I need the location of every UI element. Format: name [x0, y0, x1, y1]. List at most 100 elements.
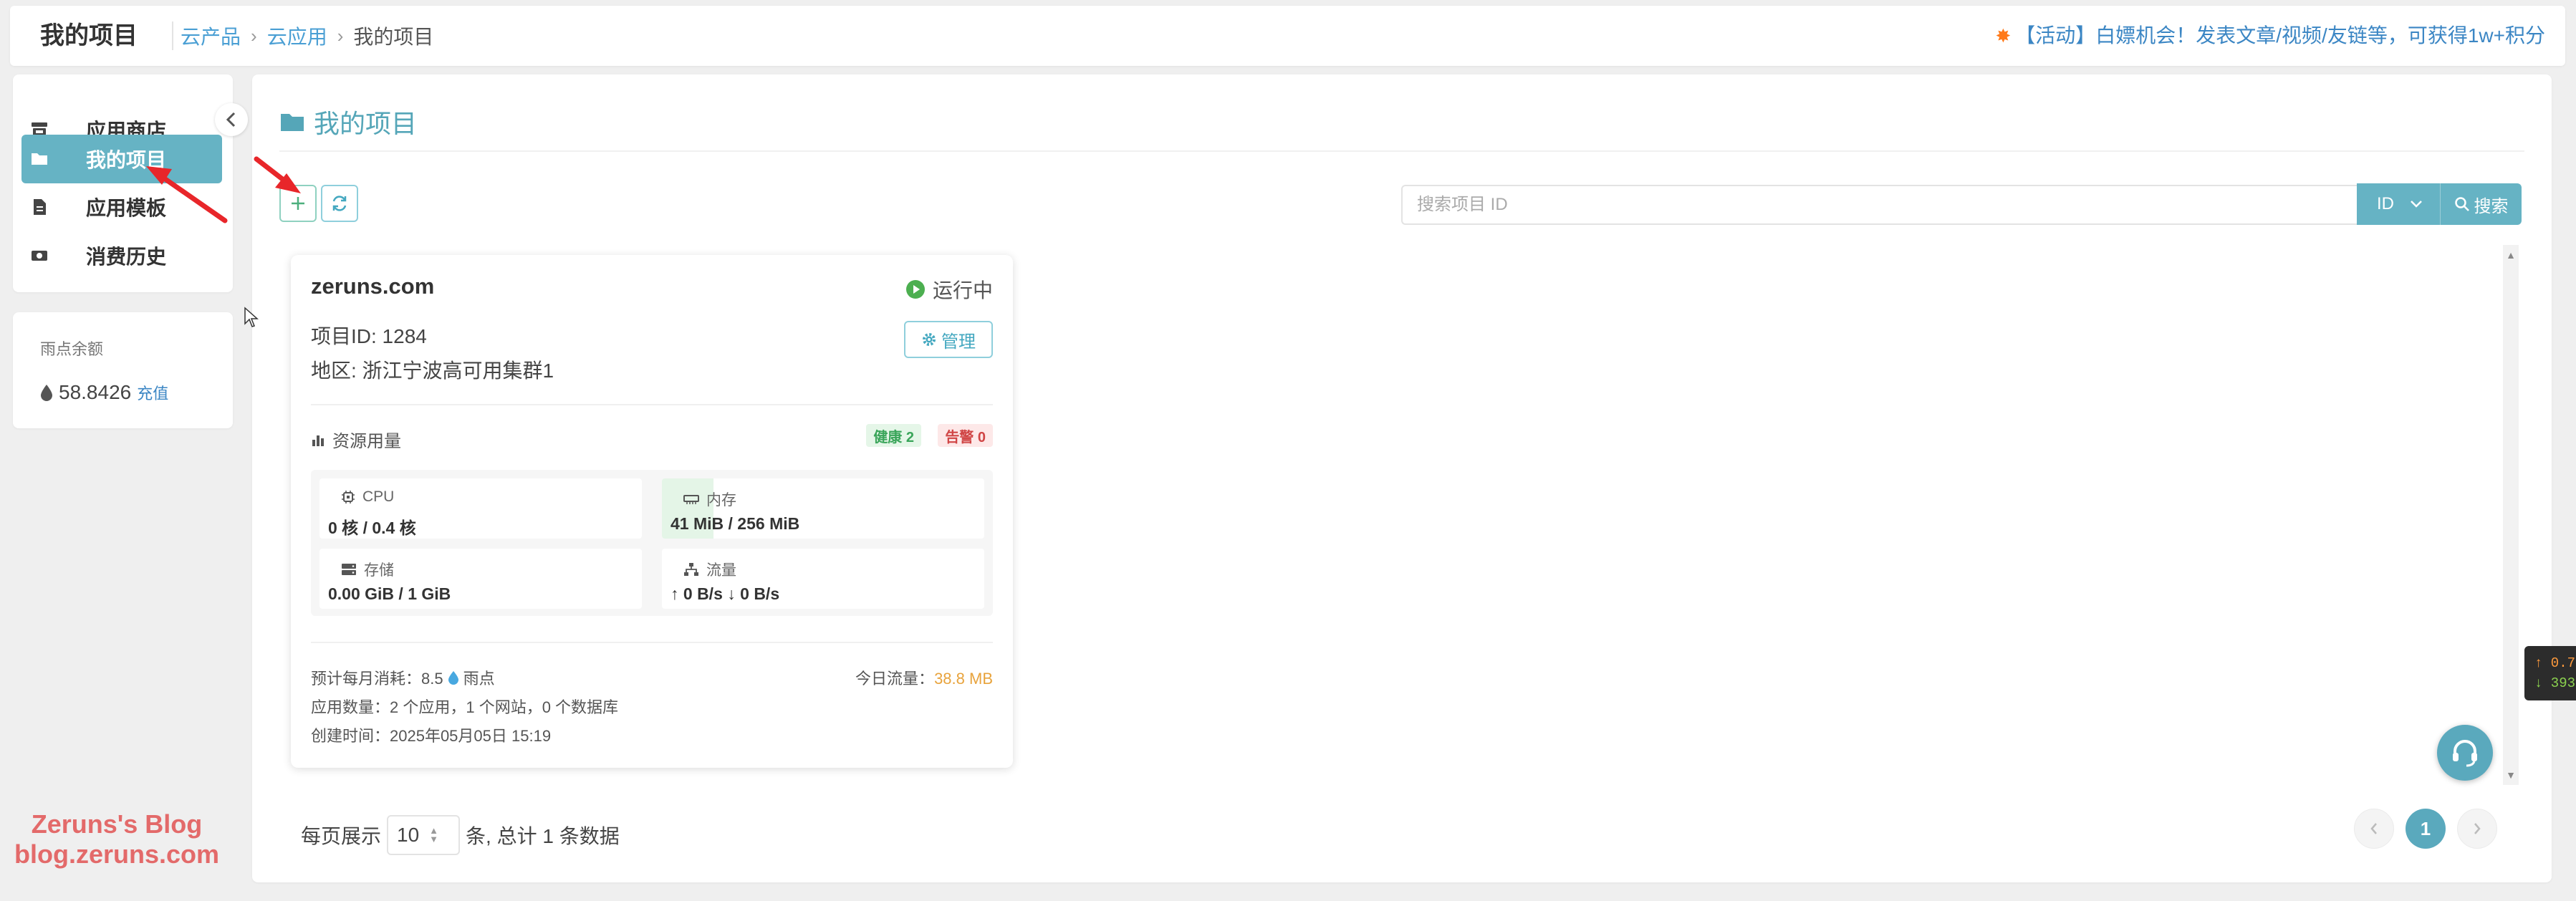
section-title: 我的项目 — [279, 103, 417, 140]
project-card[interactable]: zeruns.com 运行中 项目ID: 1284 地区: 浙江宁波高可用集群1… — [291, 255, 1013, 768]
pagination-size: 每页展示 10 ▲ ▼ 条, 总计 1 条数据 — [301, 815, 620, 855]
network-speed-widget: ↑ 0.7 ↓ 393 — [2524, 646, 2576, 700]
plus-icon — [292, 197, 304, 210]
metric-value: 41 MiB / 256 MiB — [671, 514, 800, 533]
sidebar-item-billing-history[interactable]: 消费历史 — [21, 232, 222, 279]
search-button[interactable]: 搜索 — [2440, 183, 2522, 225]
sidebar-item-app-templates[interactable]: 应用模板 — [21, 183, 222, 231]
sidebar-item-label: 我的项目 — [86, 149, 167, 171]
network-icon — [684, 563, 698, 576]
breadcrumb: 云产品 › 云应用 › 我的项目 — [181, 6, 433, 66]
promo-text[interactable]: 【活动】白嫖机会！发表文章/视频/友链等，可获得1w+积分 — [2015, 6, 2545, 66]
folder-icon — [32, 153, 47, 165]
bar-chart-icon — [312, 435, 324, 446]
sidebar-item-my-projects[interactable]: 我的项目 — [21, 135, 222, 183]
divider — [311, 642, 993, 643]
balance-label: 雨点余额 — [40, 340, 104, 358]
healthy-badge: 健康 2 — [866, 424, 921, 447]
metric-storage: 存储 0.00 GiB / 1 GiB — [319, 549, 642, 609]
ticket-icon — [32, 251, 47, 261]
chevron-down-icon — [2411, 201, 2422, 208]
sidebar-collapse-button[interactable] — [215, 103, 248, 136]
page-size-select[interactable]: 10 ▲ ▼ — [387, 815, 461, 855]
metric-label: 存储 — [341, 559, 394, 580]
per-page-label: 每页展示 — [301, 825, 382, 847]
search-field-select[interactable]: ID — [2357, 183, 2440, 225]
sidebar-item-label: 消费历史 — [86, 246, 167, 268]
project-name: zeruns.com — [311, 274, 435, 299]
breadcrumb-cloud-products[interactable]: 云产品 — [181, 21, 241, 50]
header-divider — [172, 21, 173, 50]
raindrop-icon — [41, 385, 52, 401]
divider — [279, 150, 2524, 152]
headset-icon — [2453, 740, 2477, 767]
manage-button[interactable]: 管理 — [904, 321, 993, 358]
play-circle-icon — [905, 280, 925, 299]
sparkle-icon: ✸ — [1995, 25, 2012, 47]
metric-label-text: 内存 — [706, 492, 736, 509]
alert-badge: 告警 0 — [938, 424, 993, 447]
recharge-link[interactable]: 充值 — [137, 381, 168, 404]
balance-card: 雨点余额 58.8426 充值 — [13, 312, 233, 428]
raindrop-icon — [448, 671, 458, 685]
metric-memory: 内存 41 MiB / 256 MiB — [662, 478, 984, 539]
chevron-left-icon — [2370, 823, 2377, 834]
project-region: 地区: 浙江宁波高可用集群1 — [311, 360, 554, 382]
project-id: 项目ID: 1284 — [311, 325, 427, 347]
created-time: 创建时间：2025年05月05日 15:19 — [311, 727, 552, 745]
page-number-button[interactable]: 1 — [2406, 809, 2446, 849]
search-input[interactable] — [1401, 185, 2358, 225]
search-icon — [2454, 197, 2469, 211]
add-project-button[interactable] — [279, 185, 317, 222]
next-page-button[interactable] — [2457, 809, 2497, 849]
breadcrumb-separator-icon: › — [251, 24, 257, 47]
metric-label-text: 存储 — [364, 562, 394, 579]
metric-cpu: CPU 0 核 / 0.4 核 — [319, 478, 642, 539]
scrollbar[interactable] — [2503, 245, 2519, 785]
metric-value: ↑ 0 B/s ↓ 0 B/s — [671, 584, 780, 603]
metric-network: 流量 ↑ 0 B/s ↓ 0 B/s — [662, 549, 984, 609]
gear-icon — [923, 333, 936, 346]
page-size-value: 10 — [397, 824, 420, 846]
storage-icon — [342, 564, 356, 575]
page-title: 我的项目 — [40, 22, 138, 49]
refresh-icon — [332, 196, 347, 211]
balance-value: 58.8426 充值 — [40, 381, 168, 404]
scroll-down-arrow-icon[interactable]: ▼ — [2503, 765, 2519, 785]
sidebar-item-label: 应用模板 — [86, 197, 167, 219]
metric-label: 内存 — [683, 488, 736, 510]
today-traffic-label: 今日流量： — [855, 670, 935, 688]
mouse-cursor-icon — [244, 307, 259, 327]
breadcrumb-current: 我的项目 — [353, 26, 434, 48]
metric-label-text: 流量 — [706, 562, 736, 579]
search-button-label: 搜索 — [2474, 196, 2509, 216]
scroll-up-arrow-icon[interactable]: ▲ — [2503, 245, 2519, 265]
upload-speed: ↑ 0.7 — [2534, 655, 2576, 671]
status-text: 运行中 — [932, 279, 993, 302]
metric-label-text: CPU — [362, 488, 395, 505]
refresh-button[interactable] — [321, 185, 358, 222]
balance-amount: 58.8426 — [59, 381, 132, 403]
resource-usage-title: 资源用量 — [311, 427, 401, 452]
promo-banner[interactable]: ✸ 【活动】白嫖机会！发表文章/视频/友链等，可获得1w+积分 — [1995, 6, 2545, 66]
previous-page-button[interactable] — [2354, 809, 2394, 849]
customer-support-button[interactable] — [2437, 725, 2493, 781]
folder-icon — [281, 114, 304, 131]
monthly-cost: 预计每月消耗：8.5 雨点 — [311, 666, 495, 689]
sidebar-menu: 应用商店 我的项目 应用模板 消费历史 — [13, 74, 233, 292]
blog-watermark: Zeruns's Blog blog.zeruns.com — [6, 809, 228, 869]
divider — [311, 404, 993, 405]
monthly-cost-text: 预计每月消耗：8.5 — [311, 670, 443, 688]
top-header: 我的项目 云产品 › 云应用 › 我的项目 ✸ 【活动】白嫖机会！发表文章/视频… — [10, 6, 2565, 66]
watermark-line: Zeruns's Blog — [31, 809, 203, 839]
template-icon — [34, 199, 46, 215]
metric-label: CPU — [341, 488, 394, 506]
metrics-grid: CPU 0 核 / 0.4 核 内存 41 MiB / 256 MiB 存储 0… — [311, 470, 993, 616]
resource-usage-label: 资源用量 — [332, 432, 401, 451]
monthly-cost-unit: 雨点 — [463, 670, 495, 688]
search-field-value: ID — [2377, 194, 2394, 213]
section-title-text: 我的项目 — [314, 109, 418, 138]
watermark-line: blog.zeruns.com — [14, 839, 220, 869]
breadcrumb-cloud-apps[interactable]: 云应用 — [267, 21, 327, 50]
metric-value: 0 核 / 0.4 核 — [328, 519, 416, 537]
